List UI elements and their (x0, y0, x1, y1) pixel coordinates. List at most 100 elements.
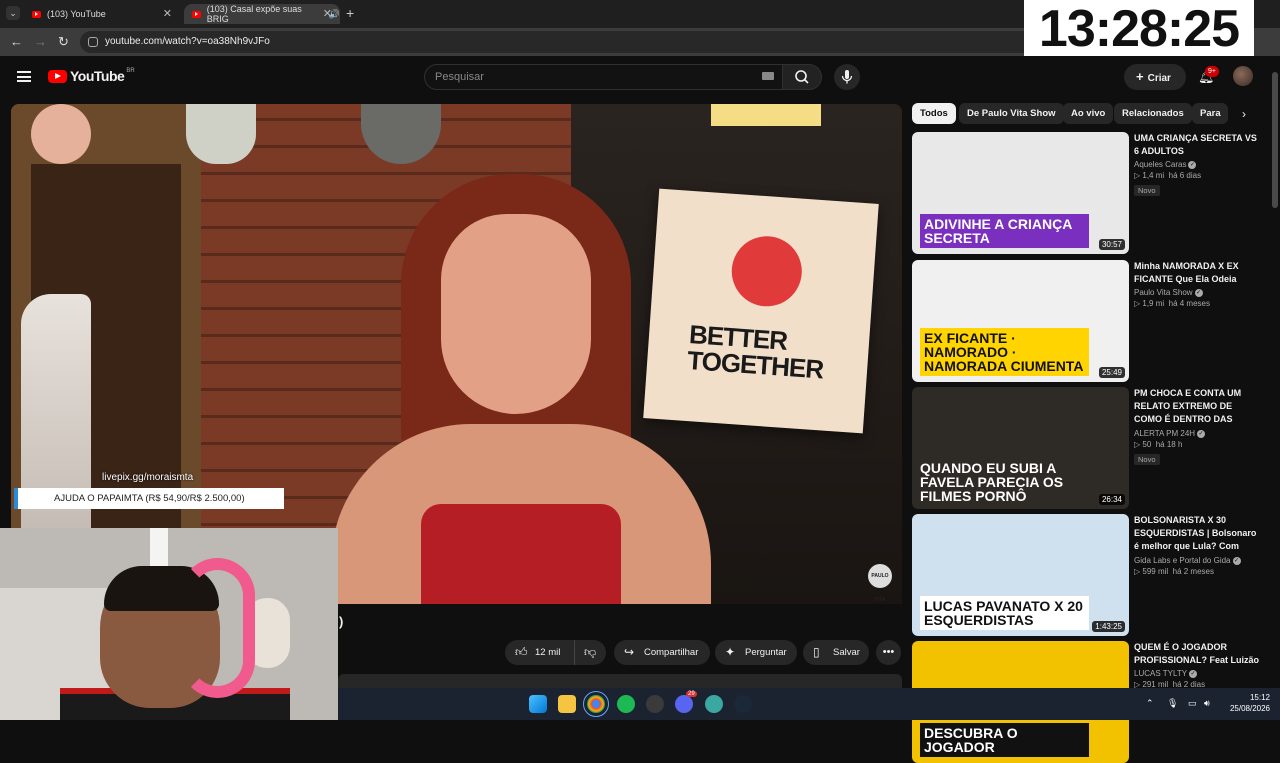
youtube-favicon-icon (192, 10, 201, 18)
view-count: ▷ 1,9 mi (1134, 299, 1165, 308)
taskbar-time: 15:12 (1249, 693, 1270, 702)
back-arrow-icon[interactable]: ← (10, 34, 23, 49)
upload-age: há 2 meses (1172, 567, 1214, 576)
tab-close-icon[interactable]: ✕ (163, 7, 172, 20)
chrome-icon[interactable] (583, 691, 609, 717)
chevron-up-icon[interactable]: ⌃ (1146, 698, 1154, 709)
recommendation-card[interactable]: QUANDO EU SUBI A FAVELA PARECIA OS FILME… (912, 387, 1262, 509)
thumbnail-caption: DESCUBRA O JOGADOR (920, 723, 1089, 757)
app-icon[interactable] (705, 695, 723, 713)
description-box[interactable] (338, 674, 902, 688)
video-thumbnail[interactable]: QUANDO EU SUBI A FAVELA PARECIA OS FILME… (912, 387, 1129, 509)
new-tab-button[interactable]: + (346, 5, 354, 21)
like-count: 12 mil (535, 647, 561, 658)
country-code: BR (126, 68, 135, 74)
search-icon (795, 70, 809, 84)
video-thumbnail[interactable]: LUCAS PAVANATO X 20 ESQUERDISTAS 1:43:25 (912, 514, 1129, 636)
discord-icon[interactable] (675, 695, 693, 713)
microphone-tray-icon[interactable]: 🎙︎ (1167, 698, 1178, 709)
recommendation-channel[interactable]: ALERTA PM 24H ✓ (1134, 429, 1260, 438)
upload-age: há 4 meses (1168, 299, 1210, 308)
view-count: ▷ 1,4 mi (1134, 171, 1165, 180)
chip-live[interactable]: Ao vivo (1063, 103, 1114, 124)
network-icon[interactable]: ▭ (1188, 698, 1197, 709)
dislike-button[interactable]: 👎︎ (574, 640, 606, 665)
recommendation-info: QUEM É O JOGADOR PROFISSIONAL? Feat Luiz… (1134, 641, 1260, 689)
voice-search-button[interactable] (834, 64, 860, 90)
channel-name: Aqueles Caras (1134, 160, 1187, 169)
video-thumbnail[interactable]: ADIVINHE A CRIANÇA SECRETA 30:57 (912, 132, 1129, 254)
tab-search-button[interactable]: ⌄ (6, 6, 20, 20)
youtube-play-icon (48, 69, 67, 83)
windows-start-icon[interactable] (529, 695, 547, 713)
thumbnail-caption: EX FICANTE · NAMORADO · NAMORADA CIUMENT… (920, 328, 1089, 376)
recommendation-meta: ▷ 1,9 mi há 4 meses (1134, 299, 1260, 308)
keyboard-icon[interactable] (762, 72, 774, 80)
view-count: ▷ 50 (1134, 440, 1152, 449)
recommendation-channel[interactable]: LUCAS TYLTY ✓ (1134, 669, 1260, 678)
verified-check-icon: ✓ (1188, 160, 1197, 169)
recommendation-card[interactable]: LUCAS PAVANATO X 20 ESQUERDISTAS 1:43:25… (912, 514, 1262, 636)
file-explorer-icon[interactable] (558, 695, 576, 713)
search-button[interactable] (782, 64, 822, 90)
recommendation-channel[interactable]: Gida Labs e Portal do Gida ✓ (1134, 556, 1260, 565)
scrollbar-thumb[interactable] (1272, 72, 1278, 208)
recommendation-title[interactable]: Minha NAMORADA X EX FICANTE Que Ela Odei… (1134, 260, 1260, 286)
account-avatar[interactable] (1233, 66, 1253, 86)
create-button[interactable]: + Criar (1124, 64, 1186, 90)
chip-all[interactable]: Todos (912, 103, 956, 124)
view-count: ▷ 599 mil (1134, 567, 1169, 576)
livepix-goal-bar: AJUDA O PAPAIMTA (R$ 54,90/R$ 2.500,00) (14, 488, 284, 509)
recommendation-title[interactable]: BOLSONARISTA X 30 ESQUERDISTAS | Bolsona… (1134, 514, 1260, 554)
menu-icon[interactable] (17, 71, 31, 82)
taskbar-clock[interactable]: 15:12 25/08/2026 (1222, 692, 1270, 714)
save-label: Salvar (833, 647, 860, 658)
recommendation-title[interactable]: QUEM É O JOGADOR PROFISSIONAL? Feat Luiz… (1134, 641, 1260, 667)
ask-label: Perguntar (745, 647, 787, 658)
chip-related[interactable]: Relacionados (1114, 103, 1192, 124)
youtube-header: YouTube BR Pesquisar + Criar 🔔︎ (0, 56, 1280, 100)
like-button[interactable]: 👍︎ 12 mil (505, 640, 585, 665)
obs-icon[interactable] (646, 695, 664, 713)
recommendation-card[interactable]: EX FICANTE · NAMORADO · NAMORADA CIUMENT… (912, 260, 1262, 382)
recommendation-channel[interactable]: Paulo Vita Show ✓ (1134, 288, 1260, 297)
verified-check-icon: ✓ (1197, 429, 1206, 438)
more-actions-button[interactable]: ••• (876, 640, 901, 665)
recommendation-title[interactable]: UMA CRIANÇA SECRETA VS 6 ADULTOS (1134, 132, 1260, 158)
spotify-icon[interactable] (617, 695, 635, 713)
chevron-right-icon[interactable]: › (1234, 104, 1254, 124)
reload-icon[interactable]: ↻ (58, 34, 69, 50)
save-button[interactable]: ▯ Salvar (803, 640, 869, 665)
recommendation-meta: ▷ 50 há 18 h (1134, 440, 1260, 449)
site-info-icon[interactable] (88, 37, 98, 47)
new-badge: Novo (1134, 185, 1160, 196)
recommendation-title[interactable]: PM CHOCA E CONTA UM RELATO EXTREMO DE CO… (1134, 387, 1260, 427)
thumbnail-caption: ADIVINHE A CRIANÇA SECRETA (920, 214, 1089, 248)
youtube-logo[interactable]: YouTube BR (48, 68, 135, 84)
sparkle-icon: ✦ (725, 645, 736, 659)
share-button[interactable]: ↪ Compartilhar (614, 640, 710, 665)
plus-icon: + (1136, 69, 1144, 84)
volume-icon[interactable]: 🔊︎ (1204, 698, 1210, 709)
recommendation-channel[interactable]: Aqueles Caras ✓ (1134, 160, 1260, 169)
chip-for-you[interactable]: Para (1192, 103, 1228, 124)
channel-watermark[interactable]: PAULO VITA (868, 564, 892, 603)
steam-icon[interactable] (734, 695, 752, 713)
thumbnail-caption: LUCAS PAVANATO X 20 ESQUERDISTAS (920, 596, 1089, 630)
youtube-wordmark: YouTube (70, 68, 125, 84)
overlay-clock: 13:28:25 (1024, 0, 1254, 58)
windows-taskbar (338, 688, 1280, 720)
streamer-webcam (0, 528, 338, 720)
video-scene-person (331, 174, 711, 604)
browser-tab-youtube[interactable]: (103) YouTube ✕ (24, 4, 180, 24)
ask-button[interactable]: ✦ Perguntar (715, 640, 797, 665)
create-label: Criar (1147, 73, 1171, 84)
verified-check-icon: ✓ (1194, 288, 1203, 297)
recommendation-card[interactable]: ADIVINHE A CRIANÇA SECRETA 30:57 UMA CRI… (912, 132, 1262, 254)
forward-arrow-icon[interactable]: → (34, 34, 47, 49)
browser-tab-video[interactable]: (103) Casal expõe suas BRIG 🔊 ✕ (184, 4, 340, 24)
tab-close-icon[interactable]: ✕ (323, 7, 332, 20)
chip-from-channel[interactable]: De Paulo Vita Show (959, 103, 1064, 124)
search-input[interactable]: Pesquisar (424, 64, 784, 90)
video-thumbnail[interactable]: EX FICANTE · NAMORADO · NAMORADA CIUMENT… (912, 260, 1129, 382)
